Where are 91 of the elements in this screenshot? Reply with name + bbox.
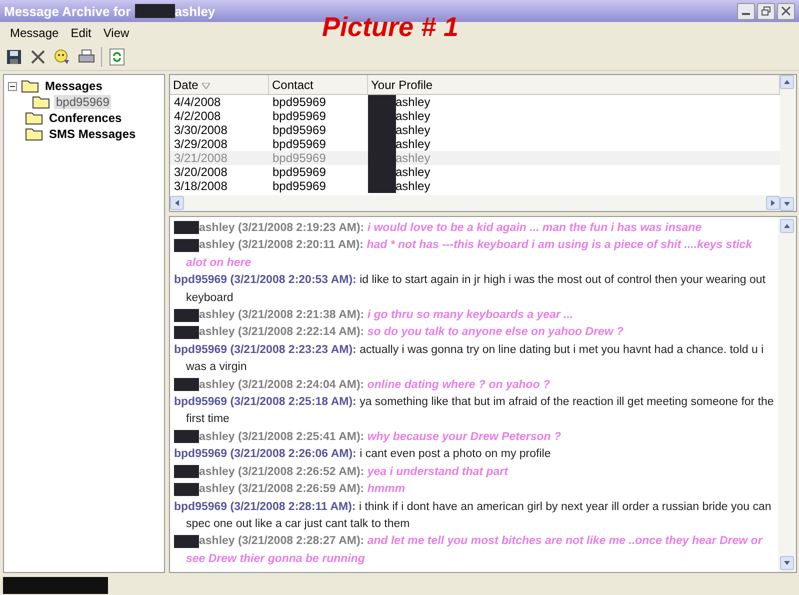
- annotation-caption: Picture # 1: [322, 12, 459, 43]
- scroll-down-button[interactable]: [780, 197, 794, 211]
- table-cell: ashley: [396, 137, 430, 151]
- minimize-button[interactable]: [737, 2, 755, 20]
- chat-message: bpd95969 (3/21/2008 2:23:23 AM): actually i was gonna try on line dating but i met you havnt had a chance. told u i was a virgin: [174, 342, 765, 376]
- collapse-icon[interactable]: [8, 82, 17, 90]
- sort-icon: [202, 82, 210, 88]
- redaction-block: [368, 95, 396, 109]
- chat-message: bpd95969 (3/21/2008 2:25:18 AM): ya something like that but im afraid of the reaction ill get meeting someone for the first time: [174, 395, 774, 428]
- restore-icon: [761, 6, 771, 16]
- scroll-left-button[interactable]: [170, 196, 184, 210]
- refresh-icon[interactable]: [108, 48, 126, 66]
- scrollbar[interactable]: [778, 217, 796, 572]
- table-cell-text: bpd95969: [272, 179, 327, 193]
- column-header[interactable]: Your Profile: [368, 75, 780, 94]
- save-icon[interactable]: [5, 48, 23, 66]
- redaction-block: [174, 378, 199, 392]
- right-triangle-icon: [769, 199, 777, 207]
- chat-message: ashley (3/21/2008 2:20:11 AM): had * not has ---this keyboard i am using is a piece of shit ....keys stick alot on here: [174, 237, 774, 272]
- down-triangle-icon: [783, 200, 791, 208]
- table-cell: ashley: [396, 123, 430, 137]
- table-cell: 3/20/2008: [170, 165, 268, 179]
- chat-message: ashley (3/21/2008 2:28:27 AM): and let me tell you most bitches are not like me ..once they hear Drew or see Drew thier gonna be running: [174, 533, 774, 568]
- chat-message: ashley (3/21/2008 2:22:14 AM): so do you talk to anyone else on yahoo Drew ?: [174, 324, 774, 342]
- folder-icon: [25, 111, 43, 125]
- table-cell-text: 3/30/2008: [173, 123, 228, 137]
- folder-icon: [32, 95, 50, 109]
- redaction-block: [174, 465, 199, 478]
- chat-message: ashley (3/21/2008 2:26:52 AM): yea i understand that part: [174, 464, 774, 482]
- table-cell: bpd95969: [268, 137, 368, 151]
- scrollbar[interactable]: [780, 75, 796, 211]
- scroll-up-button[interactable]: [780, 75, 794, 89]
- tree-item[interactable]: Messages: [43, 79, 104, 93]
- table-cell: bpd95969: [268, 94, 368, 109]
- redaction-block: [174, 221, 199, 234]
- table-cell: ashley: [396, 151, 430, 165]
- chat-message: ashley (3/21/2008 2:24:04 AM): online dating where ? on yahoo ?: [174, 376, 774, 394]
- scroll-up-button[interactable]: [780, 219, 794, 233]
- redaction-block: [174, 534, 199, 548]
- tree-item[interactable]: SMS Messages: [47, 127, 138, 141]
- folder-icon: [21, 79, 39, 93]
- chat-message: bpd95969 (3/21/2008 2:26:06 AM): i cant even post a photo on my profile: [174, 447, 552, 462]
- redaction-block: [134, 4, 175, 18]
- up-triangle-icon: [783, 78, 791, 86]
- table-cell: ashley: [396, 95, 430, 109]
- table-cell-text: 3/18/2008: [173, 179, 228, 193]
- redaction-block: [174, 482, 199, 496]
- table-cell: 3/21/2008: [170, 151, 268, 165]
- folder-icon: [25, 127, 43, 141]
- table-cell-text: bpd95969: [272, 123, 327, 137]
- chat-message: bpd95969 (3/21/2008 2:20:53 AM): id like to start again in jr high i was the most out of control then your wearing out keyboard: [174, 273, 767, 306]
- chat-message: ashley (3/21/2008 2:25:41 AM): why because your Drew Peterson ?: [174, 428, 774, 446]
- chat-message: ashley (3/21/2008 2:21:38 AM): i go thru so many keyboards a year ...: [174, 307, 774, 324]
- left-triangle-icon: [173, 199, 181, 207]
- table-cell: ashley: [396, 109, 430, 123]
- table-cell: 4/4/2008: [170, 94, 268, 109]
- scrollbar[interactable]: [170, 195, 780, 211]
- table-cell-text: bpd95969: [272, 109, 327, 123]
- smiley-icon[interactable]: [53, 48, 71, 66]
- table-cell: 3/29/2008: [170, 137, 268, 151]
- scroll-down-button[interactable]: [780, 556, 794, 570]
- menu-item[interactable]: Message: [4, 24, 65, 42]
- redaction-block: [174, 326, 199, 339]
- column-header[interactable]: Contact: [268, 75, 368, 94]
- chat-message: ashley (3/21/2008 2:19:23 AM): i would love to be a kid again ... man the fun i has was insane: [174, 220, 774, 238]
- window-title: Message Archive for: [4, 4, 131, 18]
- chat-message: bpd95969 (3/21/2008 2:28:11 AM): i think if i dont have an american girl by next year ill order a russian bride you can spec one out like a car just cant talk to them: [174, 500, 772, 532]
- minimize-icon: [742, 13, 750, 15]
- window-title-name: ashley: [174, 4, 216, 18]
- table-cell-text: 4/2/2008: [173, 109, 222, 123]
- restore-button[interactable]: [757, 2, 775, 20]
- redaction-block: [174, 308, 199, 322]
- column-header[interactable]: Date: [170, 75, 268, 94]
- scroll-right-button[interactable]: [766, 196, 780, 210]
- delete-icon[interactable]: [29, 48, 47, 66]
- menu-item[interactable]: Edit: [64, 24, 98, 42]
- table-cell: ashley: [396, 165, 430, 179]
- up-triangle-icon: [783, 222, 791, 230]
- table-cell: bpd95969: [268, 151, 368, 165]
- close-icon: [781, 6, 791, 16]
- table-cell: ashley: [396, 179, 430, 193]
- tree-item[interactable]: Conferences: [47, 111, 124, 125]
- redaction-block: [368, 179, 396, 193]
- table-cell: bpd95969: [268, 165, 368, 179]
- close-button[interactable]: [777, 2, 795, 20]
- menu-item[interactable]: View: [97, 24, 136, 42]
- tree-item[interactable]: bpd95969: [54, 95, 112, 109]
- chat-message: ashley (3/21/2008 2:26:59 AM): hmmm: [174, 481, 774, 498]
- redaction-block: [174, 430, 199, 444]
- redaction-block: [174, 238, 199, 252]
- down-triangle-icon: [783, 559, 791, 567]
